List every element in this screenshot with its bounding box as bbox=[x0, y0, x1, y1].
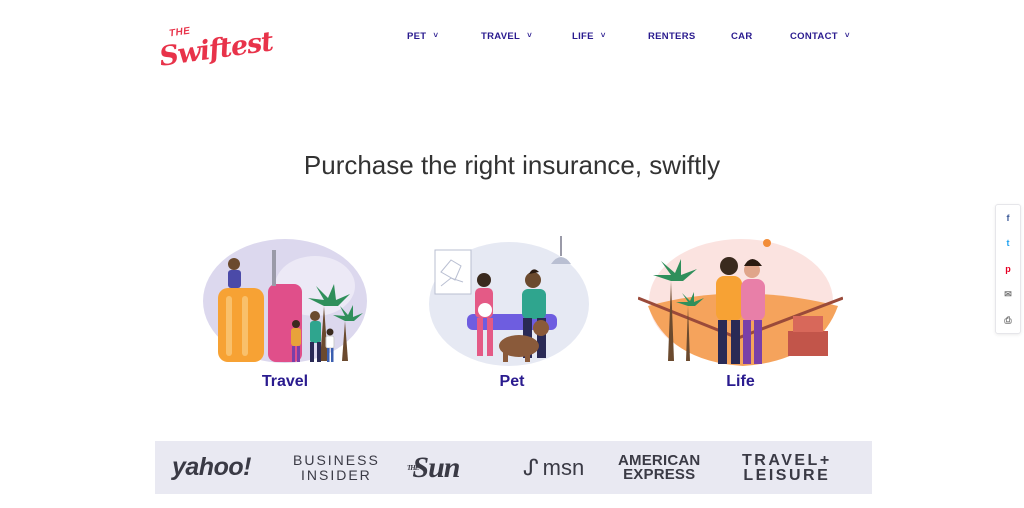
msn-text: msn bbox=[542, 454, 585, 480]
travel-card-label: Travel bbox=[261, 373, 309, 390]
chevron-down-icon: ˅ bbox=[527, 30, 533, 40]
nav-item-renters[interactable]: RENTERS bbox=[648, 31, 696, 42]
business-insider-logo: BUSINESS INSIDER bbox=[293, 441, 380, 494]
twitter-icon[interactable]: t bbox=[998, 233, 1018, 253]
chevron-down-icon: ˅ bbox=[433, 30, 439, 40]
email-icon[interactable]: ✉ bbox=[998, 285, 1018, 305]
american-express-logo: AMERICAN EXPRESS bbox=[618, 441, 700, 494]
nav-item-travel[interactable]: TRAVEL ˅ bbox=[481, 31, 532, 42]
social-share-bar: f t p ✉ ⎙ bbox=[995, 204, 1021, 334]
nav-label: LIFE bbox=[572, 31, 594, 42]
main-navigation: PET ˅ TRAVEL ˅ LIFE ˅ RENTERS CAR CONTAC… bbox=[0, 31, 1024, 45]
pet-card-label: Pet bbox=[499, 373, 525, 390]
nav-label: PET bbox=[407, 31, 427, 42]
nav-label: CAR bbox=[731, 31, 753, 42]
travel-leisure-logo: TRAVEL+ LEISURE bbox=[742, 441, 832, 494]
travel-leisure-line-2: LEISURE bbox=[743, 466, 831, 484]
nav-item-contact[interactable]: CONTACT ˅ bbox=[790, 31, 850, 42]
nav-item-car[interactable]: CAR bbox=[731, 31, 752, 42]
nav-label: CONTACT bbox=[790, 31, 838, 42]
life-illustration bbox=[638, 239, 843, 366]
msn-bird-icon: ᔑ bbox=[523, 454, 539, 480]
msn-logo: ᔑ msn bbox=[523, 441, 584, 494]
travel-leisure-line-1: TRAVEL+ bbox=[742, 451, 832, 469]
pinterest-icon[interactable]: p bbox=[998, 259, 1018, 279]
chevron-down-icon: ˅ bbox=[844, 30, 850, 40]
pet-card[interactable]: Pet bbox=[427, 236, 597, 396]
travel-card[interactable]: Travel bbox=[200, 236, 370, 396]
facebook-icon[interactable]: f bbox=[998, 208, 1018, 228]
travel-illustration bbox=[203, 239, 367, 363]
life-card[interactable]: Life bbox=[638, 236, 843, 396]
nav-item-life[interactable]: LIFE ˅ bbox=[572, 31, 606, 42]
the-sun-main-text: Sun bbox=[412, 450, 460, 484]
press-logos-band: yahoo! BUSINESS INSIDER THE Sun ᔑ msn AM… bbox=[155, 441, 872, 494]
print-icon[interactable]: ⎙ bbox=[998, 310, 1018, 330]
business-insider-line-1: BUSINESS bbox=[293, 451, 380, 468]
page-headline: Purchase the right insurance, swiftly bbox=[303, 150, 721, 180]
nav-item-pet[interactable]: PET ˅ bbox=[407, 31, 438, 42]
business-insider-line-2: INSIDER bbox=[301, 466, 372, 483]
pet-illustration bbox=[429, 236, 589, 366]
the-sun-logo: THE Sun bbox=[407, 441, 460, 494]
nav-label: RENTERS bbox=[648, 31, 696, 42]
life-card-label: Life bbox=[726, 373, 755, 390]
nav-label: TRAVEL bbox=[481, 31, 521, 42]
yahoo-logo: yahoo! bbox=[172, 453, 251, 481]
chevron-down-icon: ˅ bbox=[600, 30, 606, 40]
amex-line-2: EXPRESS bbox=[623, 465, 696, 483]
